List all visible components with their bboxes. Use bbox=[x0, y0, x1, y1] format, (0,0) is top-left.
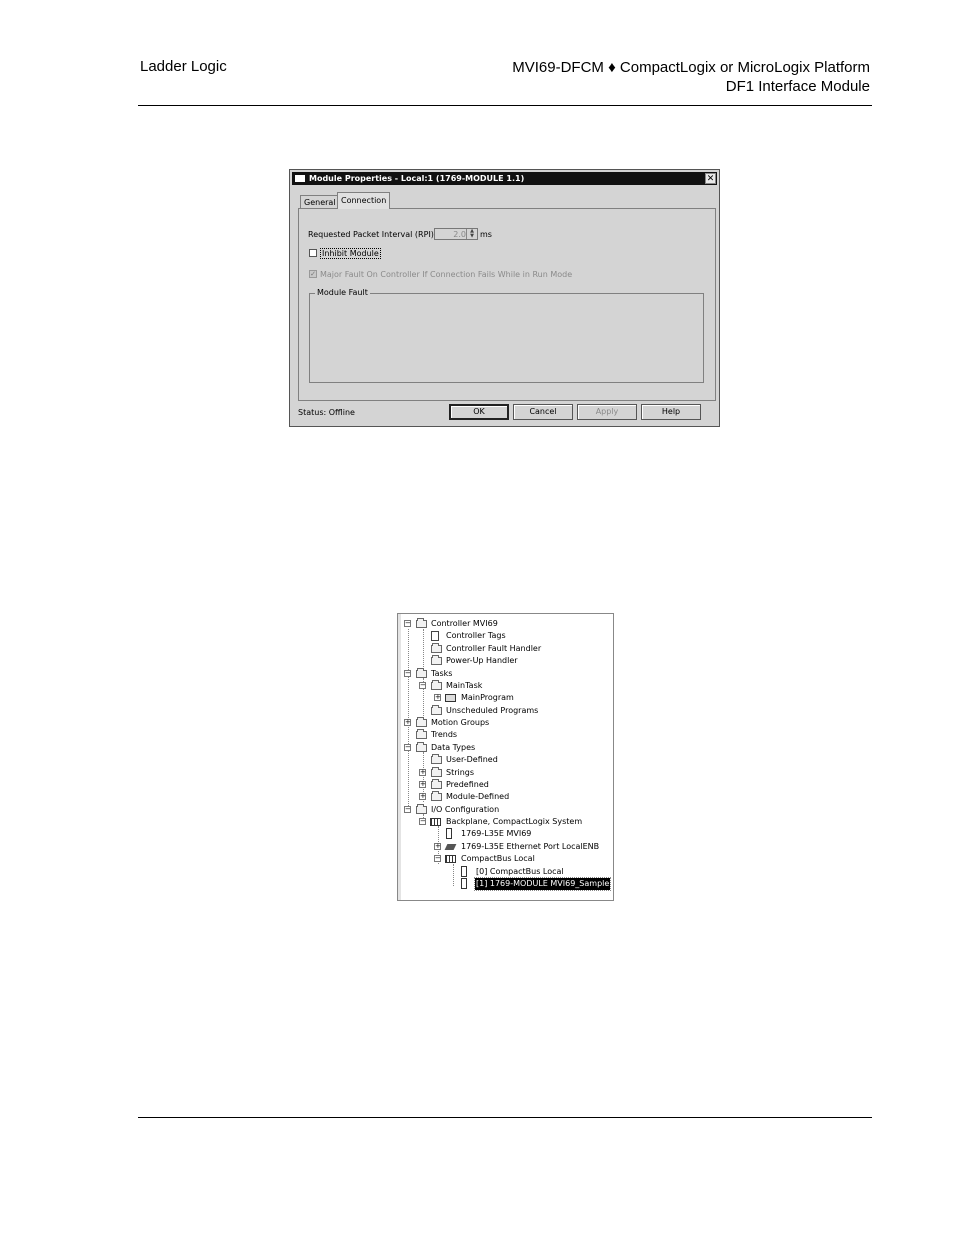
io-module-icon bbox=[461, 878, 467, 889]
inhibit-module-checkbox[interactable] bbox=[309, 249, 317, 257]
apply-button[interactable]: Apply bbox=[577, 404, 637, 420]
tree-item-label: Module-Defined bbox=[446, 792, 510, 801]
tree-item-label: Strings bbox=[446, 768, 475, 777]
tree-item-label: Predefined bbox=[446, 780, 489, 789]
folder-icon bbox=[416, 668, 427, 678]
folder-icon bbox=[416, 742, 427, 752]
expand-icon[interactable]: + bbox=[434, 694, 441, 701]
tab-connection[interactable]: Connection bbox=[337, 192, 391, 209]
collapse-icon[interactable]: − bbox=[419, 682, 426, 689]
collapse-icon[interactable]: − bbox=[404, 620, 411, 627]
tree-item-label: Controller Fault Handler bbox=[446, 644, 542, 653]
tree-item-label: Controller MVI69 bbox=[431, 619, 498, 628]
expand-icon[interactable]: + bbox=[434, 843, 441, 850]
io-module-icon bbox=[461, 866, 467, 877]
module-properties-dialog: Module Properties - Local:1 (1769-MODULE… bbox=[289, 169, 720, 427]
tree-item-label: MainTask bbox=[446, 681, 483, 690]
collapse-icon[interactable]: − bbox=[434, 855, 441, 862]
datatype-folder-icon bbox=[431, 754, 442, 764]
datatype-folder-icon bbox=[431, 791, 442, 801]
rpi-unit: ms bbox=[480, 230, 492, 239]
controller-module-icon bbox=[446, 828, 452, 839]
folder-icon bbox=[416, 804, 427, 814]
header-product-title: MVI69-DFCM ♦ CompactLogix or MicroLogix … bbox=[512, 58, 870, 96]
status-text: Status: Offline bbox=[298, 408, 355, 417]
tree-item-label: Data Types bbox=[431, 743, 476, 752]
module-fault-group: Module Fault bbox=[309, 288, 704, 383]
tree-item-label: I/O Configuration bbox=[431, 805, 500, 814]
collapse-icon[interactable]: − bbox=[404, 670, 411, 677]
rpi-spinner[interactable]: ▲ ▼ bbox=[466, 229, 477, 239]
tree-guide-line bbox=[453, 864, 454, 886]
collapse-icon[interactable]: − bbox=[419, 818, 426, 825]
header-section-title: Ladder Logic bbox=[140, 58, 227, 75]
controller-organizer-tree: − Controller MVI69 Controller Tags Contr… bbox=[397, 613, 614, 901]
tab-general[interactable]: General bbox=[300, 195, 340, 208]
tree-item-label: [0] CompactBus Local bbox=[476, 867, 564, 876]
collapse-icon[interactable]: − bbox=[404, 806, 411, 813]
tree-item-label: 1769-L35E MVI69 bbox=[461, 829, 532, 838]
folder-icon bbox=[416, 717, 427, 727]
tree-item-label-selected: [1] 1769-MODULE MVI69_Sample bbox=[473, 877, 612, 891]
compactbus-rack-icon bbox=[445, 855, 456, 863]
cancel-button[interactable]: Cancel bbox=[513, 404, 573, 420]
folder-icon bbox=[431, 705, 442, 715]
window-system-icon[interactable] bbox=[295, 175, 305, 182]
expand-icon[interactable]: + bbox=[404, 719, 411, 726]
rpi-input[interactable]: 2.0 ▲ ▼ bbox=[434, 228, 478, 240]
collapse-icon[interactable]: − bbox=[404, 744, 411, 751]
datatype-folder-icon bbox=[431, 767, 442, 777]
rpi-label: Requested Packet Interval (RPI): bbox=[308, 230, 437, 239]
header-product-line2: DF1 Interface Module bbox=[725, 78, 870, 95]
datatype-folder-icon bbox=[431, 779, 442, 789]
dialog-titlebar[interactable]: Module Properties - Local:1 (1769-MODULE… bbox=[292, 172, 717, 185]
tree-item-label: Unscheduled Programs bbox=[446, 706, 539, 715]
tree-item-label: 1769-L35E Ethernet Port LocalENB bbox=[461, 842, 600, 851]
dialog-title: Module Properties - Local:1 (1769-MODULE… bbox=[309, 174, 525, 183]
major-fault-label: Major Fault On Controller If Connection … bbox=[320, 270, 573, 279]
tree-item-label: CompactBus Local bbox=[461, 854, 535, 863]
expand-icon[interactable]: + bbox=[419, 781, 426, 788]
tags-icon bbox=[431, 631, 439, 641]
folder-icon bbox=[416, 729, 427, 739]
rpi-value: 2.0 bbox=[453, 230, 466, 239]
major-fault-checkbox[interactable]: ✓ bbox=[309, 270, 317, 278]
ok-button[interactable]: OK bbox=[449, 404, 509, 420]
header-rule bbox=[138, 105, 872, 106]
task-icon bbox=[431, 680, 442, 690]
tree-item-label: Tasks bbox=[431, 669, 453, 678]
header-product-line1: MVI69-DFCM ♦ CompactLogix or MicroLogix … bbox=[512, 59, 870, 76]
module-fault-label: Module Fault bbox=[315, 288, 370, 297]
expand-icon[interactable]: + bbox=[419, 769, 426, 776]
inhibit-module-label[interactable]: Inhibit Module bbox=[320, 248, 381, 259]
folder-icon bbox=[431, 643, 442, 653]
tree-item-label: Backplane, CompactLogix System bbox=[446, 817, 583, 826]
tree-item-label: Controller Tags bbox=[446, 631, 506, 640]
backplane-rack-icon bbox=[430, 818, 441, 826]
close-icon[interactable]: ✕ bbox=[705, 173, 716, 184]
ethernet-port-icon bbox=[444, 844, 457, 850]
tree-item-label: User-Defined bbox=[446, 755, 498, 764]
folder-icon bbox=[431, 655, 442, 665]
tree-item-label: Power-Up Handler bbox=[446, 656, 518, 665]
folder-icon bbox=[416, 618, 427, 628]
tree-item-label: Trends bbox=[431, 730, 458, 739]
tree-guide-line bbox=[423, 629, 424, 669]
tree-item-label: Motion Groups bbox=[431, 718, 490, 727]
tree-item-label: MainProgram bbox=[461, 693, 514, 702]
program-icon bbox=[445, 694, 456, 702]
expand-icon[interactable]: + bbox=[419, 793, 426, 800]
help-button[interactable]: Help bbox=[641, 404, 701, 420]
tree-left-edge bbox=[398, 614, 401, 900]
footer-rule bbox=[138, 1117, 872, 1118]
